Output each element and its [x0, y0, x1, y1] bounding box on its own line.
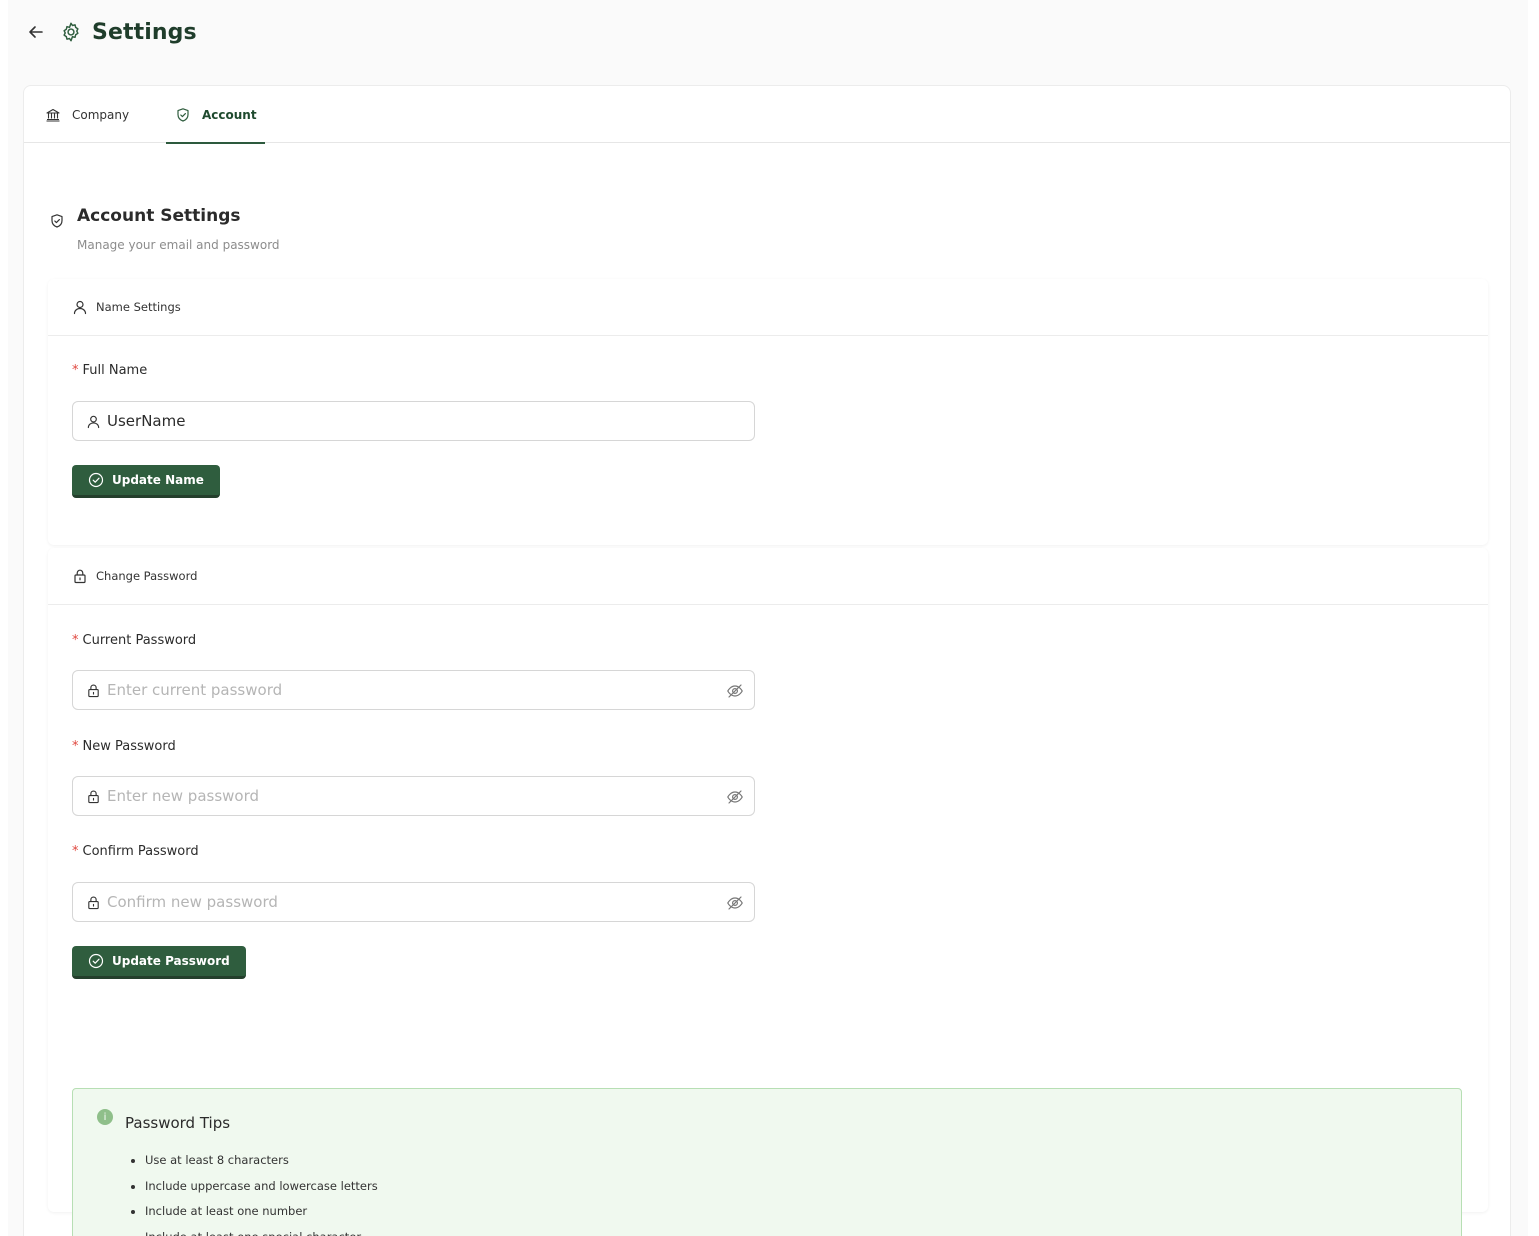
tips-list: Use at least 8 characters Include upperc…	[145, 1151, 378, 1236]
new-password-placeholder: Enter new password	[107, 787, 260, 805]
eye-off-icon[interactable]	[726, 682, 744, 700]
active-tab-indicator	[166, 142, 265, 144]
new-password-label: * New Password	[72, 739, 176, 754]
tab-account-label: Account	[202, 107, 257, 122]
change-password-panel: Change Password * Current Password Enter …	[48, 548, 1488, 1236]
list-item: Use at least 8 characters	[145, 1151, 378, 1177]
full-name-value: UserName	[107, 412, 186, 430]
name-settings-panel: Name Settings * Full Name UserName Update…	[48, 279, 1488, 545]
lock-icon	[85, 788, 101, 804]
tips-title: Password Tips	[125, 1114, 231, 1132]
user-icon	[72, 299, 88, 315]
page-header: Settings	[22, 14, 197, 50]
panel-header: Name Settings	[48, 279, 1488, 336]
tab-company-label: Company	[72, 107, 130, 122]
panel-header: Change Password	[48, 548, 1488, 605]
shield-check-icon	[49, 213, 65, 233]
eye-off-icon[interactable]	[726, 894, 744, 912]
confirm-password-label: * Confirm Password	[72, 844, 199, 859]
lock-icon	[85, 682, 101, 698]
back-arrow-icon[interactable]	[22, 14, 50, 50]
settings-card: Company Account Account Settings Manage …	[23, 85, 1511, 1236]
password-tips-box: i Password Tips Use at least 8 character…	[72, 1088, 1462, 1236]
confirm-password-placeholder: Confirm new password	[107, 893, 278, 911]
required-mark: *	[72, 739, 79, 754]
check-circle-icon	[88, 472, 104, 488]
tab-company[interactable]: Company	[44, 86, 129, 143]
section-title: Account Settings	[77, 206, 241, 226]
new-password-field[interactable]: Enter new password	[72, 776, 755, 816]
list-item: Include uppercase and lowercase letters	[145, 1177, 378, 1203]
shield-check-icon	[174, 106, 192, 124]
panel-title: Name Settings	[96, 300, 181, 314]
panel-title: Change Password	[96, 569, 198, 583]
bank-icon	[44, 106, 62, 124]
check-circle-icon	[88, 953, 104, 969]
section-subtitle: Manage your email and password	[77, 238, 280, 252]
current-password-field[interactable]: Enter current password	[72, 670, 755, 710]
list-item: Include at least one special character	[145, 1228, 378, 1236]
current-password-placeholder: Enter current password	[107, 681, 283, 699]
user-icon	[85, 413, 101, 429]
required-mark: *	[72, 363, 79, 378]
tab-bar: Company Account	[24, 86, 1510, 144]
update-password-button[interactable]: Update Password	[72, 946, 246, 979]
full-name-label: * Full Name	[72, 363, 148, 378]
update-name-button[interactable]: Update Name	[72, 465, 220, 498]
info-icon: i	[97, 1109, 113, 1125]
gear-icon	[58, 19, 84, 45]
list-item: Include at least one number	[145, 1202, 378, 1228]
eye-off-icon[interactable]	[726, 788, 744, 806]
page-title: Settings	[92, 19, 197, 45]
current-password-label: * Current Password	[72, 633, 197, 648]
tab-account[interactable]: Account	[166, 86, 265, 144]
confirm-password-field[interactable]: Confirm new password	[72, 882, 755, 922]
required-mark: *	[72, 633, 79, 648]
full-name-field[interactable]: UserName	[72, 401, 755, 441]
lock-icon	[72, 568, 88, 584]
lock-icon	[85, 894, 101, 910]
required-mark: *	[72, 844, 79, 859]
